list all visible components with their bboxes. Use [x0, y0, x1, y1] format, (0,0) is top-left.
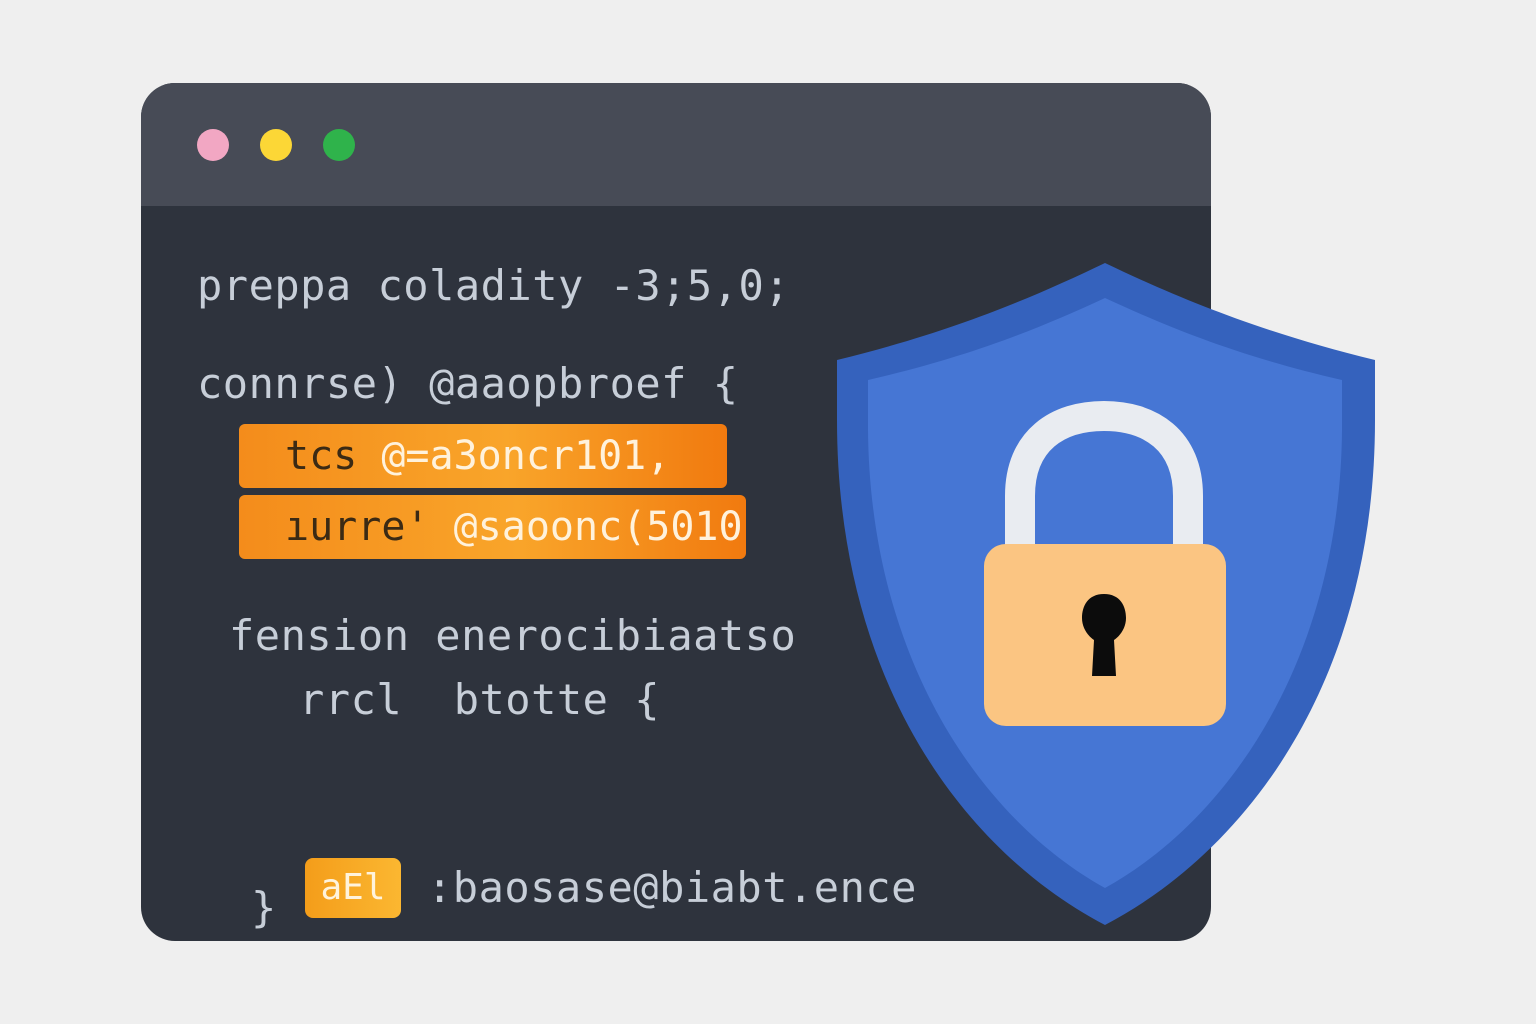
closing-brace-inner: }	[251, 883, 277, 932]
close-window-button[interactable]	[197, 129, 229, 161]
highlighted-token: aEl	[305, 858, 401, 918]
highlighted-key-2: ıurre'	[285, 504, 430, 550]
highlighted-value-2: @saoonc(5010	[453, 504, 743, 550]
code-line-1: preppa coladity -3;5,0;	[197, 261, 791, 310]
minimize-window-button[interactable]	[260, 129, 292, 161]
code-line-2: connrse) @aaopbroef {	[197, 359, 739, 408]
maximize-window-button[interactable]	[323, 129, 355, 161]
highlighted-value-1: @=a3oncr101,	[381, 433, 671, 479]
window-titlebar	[141, 83, 1211, 206]
shield-icon	[837, 263, 1375, 925]
illustration-stage: preppa coladity -3;5,0; connrse) @aaopbr…	[0, 0, 1536, 1024]
code-line-4: rrcl btotte {	[299, 675, 661, 724]
code-line-3: fension enerocibiaatso	[229, 611, 797, 660]
highlighted-key-1: tcs	[285, 433, 358, 479]
highlighted-line-1: tcs @=a3oncr101,	[239, 424, 727, 488]
highlighted-line-2: ıurre' @saoonc(5010	[239, 495, 746, 559]
